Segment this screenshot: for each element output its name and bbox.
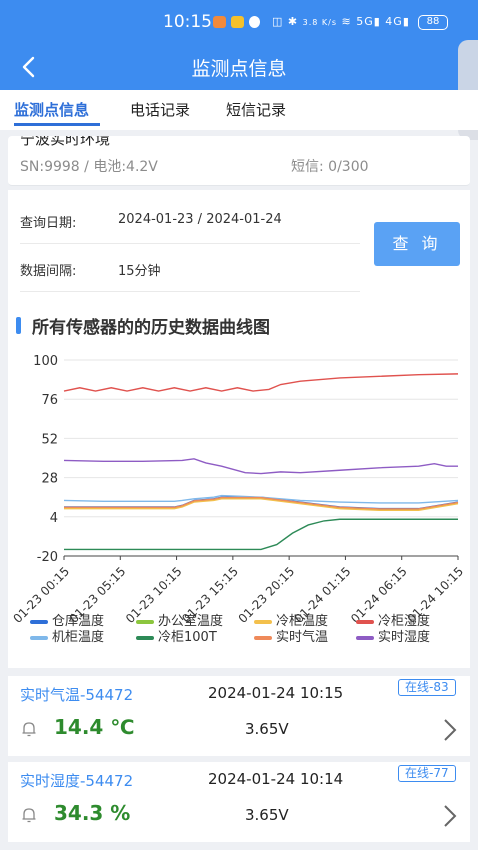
series-line (63, 458, 458, 475)
series-line (63, 373, 459, 392)
notification-icon (249, 16, 260, 28)
app-header: 监测点信息 (0, 44, 478, 90)
history-panel: 查询日期: 2024-01-23 / 2024-01-24 数据间隔: 15分钟… (8, 190, 470, 668)
online-badge: 在线-83 (398, 679, 456, 696)
query-button[interactable]: 查 询 (374, 222, 460, 266)
tab-call-records[interactable]: 电话记录 (130, 99, 190, 120)
bell-icon[interactable] (20, 720, 38, 738)
signal-icons: ◫ ✱ 3.8 K/s ≋ 5G▮ 4G▮ (272, 15, 410, 28)
y-tick-label: 76 (41, 393, 58, 408)
reading-voltage: 3.65V (245, 720, 289, 738)
notification-icon (213, 16, 226, 28)
reading-card[interactable]: 实时湿度-54472 2024-01-24 10:14 在线-77 34.3 %… (8, 762, 470, 842)
reading-time: 2024-01-24 10:14 (208, 770, 344, 788)
page-title: 监测点信息 (191, 58, 287, 80)
device-card: 宁波实时环境 SN:9998 / 电池:4.2V 短信: 0/300 (8, 136, 470, 186)
date-label: 查询日期: (20, 216, 77, 231)
legend-swatch (30, 636, 48, 640)
tab-monitor-info[interactable]: 监测点信息 (14, 99, 89, 120)
series-line (64, 518, 458, 551)
chart-section-title: 所有传感器的的历史数据曲线图 (32, 318, 270, 338)
legend-swatch (356, 636, 374, 640)
history-line-chart: 1007652284-2001-23 00:1501-23 05:1501-23… (10, 354, 466, 645)
legend-label: 机柜温度 (52, 629, 104, 645)
reading-time: 2024-01-24 10:15 (208, 684, 344, 702)
y-tick-label: 52 (41, 432, 58, 447)
status-time: 10:15 (163, 12, 212, 32)
reading-value: 14.4 ℃ (54, 715, 135, 739)
notification-icon (231, 16, 244, 28)
status-bar: 10:15 ◫ ✱ 3.8 K/s ≋ 5G▮ 4G▮ 88 (0, 0, 478, 44)
legend-swatch (254, 620, 272, 624)
signal-4g: 4G (385, 15, 403, 28)
device-sn-battery: SN:9998 / 电池:4.2V (20, 159, 158, 175)
tab-bar: 监测点信息 电话记录 短信记录 (0, 90, 478, 130)
divider (0, 842, 478, 848)
chevron-right-icon[interactable] (440, 717, 460, 743)
section-marker (16, 317, 21, 334)
legend-label: 冷柜温度 (276, 613, 328, 629)
reading-card[interactable]: 实时气温-54472 2024-01-24 10:15 在线-83 14.4 ℃… (8, 676, 470, 756)
divider (20, 243, 360, 244)
battery-icon: 88 (418, 15, 448, 30)
y-tick-label: -20 (37, 550, 58, 565)
network-speed: 3.8 K/s (302, 18, 337, 27)
legend-label: 实时湿度 (378, 629, 430, 645)
legend-swatch (136, 636, 154, 640)
active-tab-indicator (14, 123, 100, 126)
legend-label: 实时气温 (276, 629, 328, 645)
legend-label: 办公室温度 (158, 613, 223, 629)
legend-swatch (254, 636, 272, 640)
online-badge: 在线-77 (398, 765, 456, 782)
legend-swatch (30, 620, 48, 624)
divider (20, 291, 360, 292)
interval-label: 数据间隔: (20, 264, 77, 279)
legend-label: 冷柜湿度 (378, 613, 430, 629)
reading-name: 实时湿度-54472 (20, 772, 134, 790)
y-tick-label: 28 (41, 472, 58, 487)
reading-name: 实时气温-54472 (20, 686, 134, 704)
tab-sms-records[interactable]: 短信记录 (226, 99, 286, 120)
device-name: 宁波实时环境 (20, 136, 111, 148)
legend-swatch (136, 620, 154, 624)
signal-5g: 5G (356, 15, 374, 28)
interval-select[interactable]: 15分钟 (118, 260, 161, 279)
chevron-right-icon[interactable] (440, 803, 460, 829)
reading-value: 34.3 % (54, 801, 131, 825)
date-range-input[interactable]: 2024-01-23 / 2024-01-24 (118, 212, 282, 227)
y-tick-label: 100 (33, 354, 58, 369)
legend-swatch (356, 620, 374, 624)
reading-voltage: 3.65V (245, 806, 289, 824)
device-sms-count: 短信: 0/300 (291, 159, 369, 175)
bell-icon[interactable] (20, 806, 38, 824)
y-tick-label: 4 (50, 511, 58, 526)
legend-label: 冷柜100T (158, 630, 217, 645)
legend-label: 仓库温度 (52, 613, 104, 629)
